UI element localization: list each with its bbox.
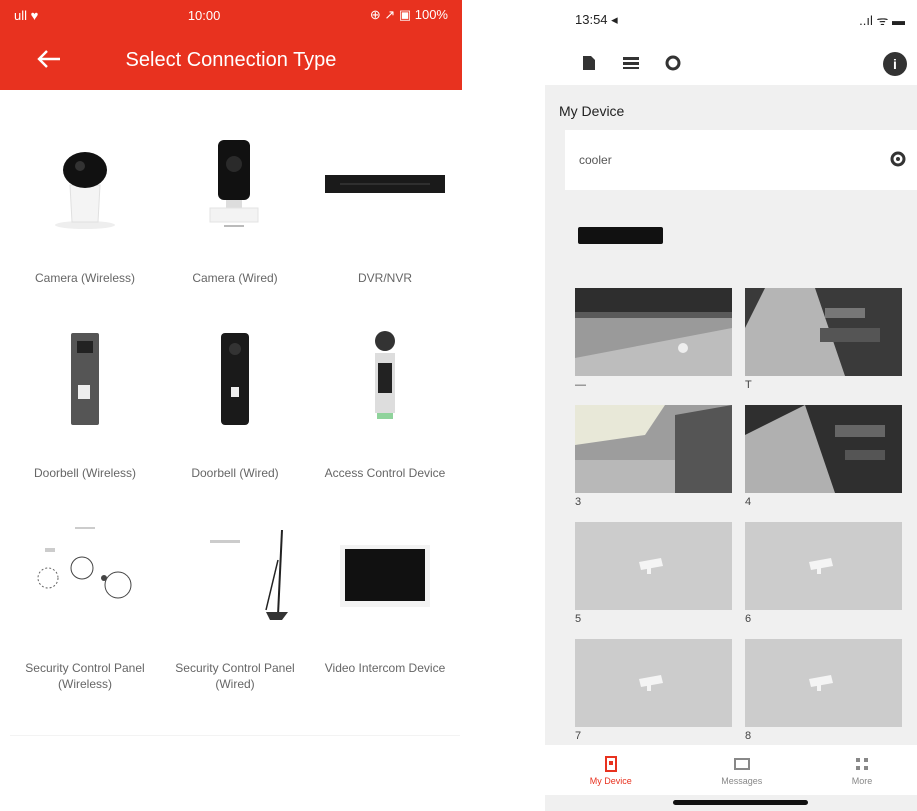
camera-snapshot — [745, 288, 902, 376]
info-icon[interactable]: i — [883, 52, 907, 76]
camera-offline-placeholder — [575, 522, 732, 610]
doorbell-wireless-image — [15, 315, 155, 445]
screen: ull ♥ 10:00 ⊕ ↗ ▣ 100% Select Connection… — [0, 0, 917, 811]
device-group-header[interactable]: cooler — [565, 130, 917, 190]
device-type-camera-wireless[interactable]: Camera (Wireless) — [10, 120, 160, 315]
security-panel-wired-image — [165, 510, 305, 640]
dvr-image — [315, 120, 455, 250]
camera-tile[interactable]: 3 — [575, 405, 732, 522]
camera-tile[interactable]: 6 — [745, 522, 902, 639]
device-type-label: Camera (Wired) — [192, 271, 278, 285]
device-type-grid: Camera (Wireless) Camera (Wired) DVR/NVR… — [10, 120, 460, 705]
video-intercom-image — [315, 510, 455, 640]
grid-bottom-row — [10, 735, 460, 775]
gear-icon[interactable] — [665, 55, 681, 71]
camera-caption: T — [745, 379, 752, 391]
file-icon[interactable] — [581, 55, 597, 71]
device-type-security-panel-wired[interactable]: Security Control Panel (Wired) — [160, 510, 310, 705]
home-indicator[interactable] — [673, 800, 808, 805]
camera-offline-placeholder — [575, 639, 732, 727]
device-type-label: Access Control Device — [324, 466, 446, 480]
access-control-image — [315, 315, 455, 445]
device-type-label: DVR/NVR — [357, 271, 412, 285]
device-type-label: Video Intercom Device — [324, 661, 446, 675]
device-type-label: Doorbell (Wireless) — [33, 466, 137, 480]
status-right: ..ıl ᯤ ▬ — [859, 13, 905, 28]
camera-icon — [808, 675, 833, 691]
camera-caption: — — [575, 379, 586, 391]
status-bar: 13:54 ◂ ..ıl ᯤ ▬ — [545, 0, 917, 40]
device-type-label: Camera (Wireless) — [34, 271, 135, 285]
page-title: Select Connection Type — [125, 48, 337, 71]
status-time: 13:54 ◂ — [575, 12, 618, 27]
list-icon[interactable] — [623, 55, 639, 71]
tab-label: Messages — [721, 775, 763, 786]
security-panel-wireless-image — [15, 510, 155, 640]
tab-more[interactable]: More — [851, 755, 873, 786]
camera-wired-image — [165, 120, 305, 250]
camera-tile[interactable]: 4 — [745, 405, 902, 522]
camera-tile[interactable]: 7 — [575, 639, 732, 756]
device-type-doorbell-wired[interactable]: Doorbell (Wired) — [160, 315, 310, 510]
camera-caption: 3 — [575, 496, 582, 508]
device-type-label: Security Control Panel (Wired) — [175, 661, 295, 691]
camera-grid: — T 3 4 5 6 7 8 — [575, 288, 917, 756]
tab-my-device[interactable]: My Device — [590, 755, 632, 786]
status-bar: ull ♥ 10:00 ⊕ ↗ ▣ 100% — [0, 0, 462, 30]
camera-caption: 4 — [745, 496, 752, 508]
grid-icon — [855, 757, 868, 770]
camera-tile[interactable]: 5 — [575, 522, 732, 639]
doorbell-wired-image — [165, 315, 305, 445]
camera-caption: 5 — [575, 613, 582, 625]
back-arrow-icon[interactable] — [34, 44, 64, 74]
camera-tile[interactable]: — — [575, 288, 732, 405]
empty-cell — [310, 735, 460, 775]
tab-label: My Device — [589, 775, 632, 786]
device-type-camera-wired[interactable]: Camera (Wired) — [160, 120, 310, 315]
camera-tile[interactable]: T — [745, 288, 902, 405]
carrier-signal: ull ♥ — [14, 7, 39, 23]
device-type-security-panel-wireless[interactable]: Security Control Panel (Wireless) — [10, 510, 160, 705]
toolbar: i — [545, 40, 917, 85]
camera-offline-placeholder — [745, 639, 902, 727]
tab-messages[interactable]: Messages — [721, 755, 762, 786]
camera-icon — [808, 558, 833, 574]
camera-icon — [638, 558, 663, 574]
group-name: cooler — [579, 153, 612, 167]
camera-snapshot — [575, 288, 732, 376]
redacted-bar — [578, 227, 663, 244]
device-type-access-control[interactable]: Access Control Device — [310, 315, 460, 510]
section-title: My Device — [545, 85, 917, 125]
device-type-dvr-nvr[interactable]: DVR/NVR — [310, 120, 460, 315]
camera-caption: 6 — [745, 613, 752, 625]
device-type-label: Doorbell (Wired) — [191, 466, 279, 480]
camera-snapshot — [575, 405, 732, 493]
header-bar: Select Connection Type — [0, 30, 462, 90]
camera-offline-placeholder — [745, 522, 902, 610]
camera-snapshot — [745, 405, 902, 493]
device-type-video-intercom[interactable]: Video Intercom Device — [310, 510, 460, 705]
status-time: 10:00 — [187, 7, 221, 23]
camera-tile[interactable]: 8 — [745, 639, 902, 756]
camera-wireless-image — [15, 120, 155, 250]
empty-cell — [160, 735, 310, 775]
device-type-label: Security Control Panel (Wireless) — [25, 661, 145, 691]
my-device-screen: 13:54 ◂ ..ıl ᯤ ▬ i My Device cooler — T … — [545, 0, 917, 811]
message-icon — [733, 757, 750, 770]
empty-cell — [10, 735, 160, 775]
tab-label: More — [851, 775, 873, 786]
bottom-tab-bar: My Device Messages More — [545, 745, 917, 795]
status-right: ⊕ ↗ ▣ 100% — [369, 7, 448, 22]
camera-icon — [638, 675, 663, 691]
connection-type-screen: ull ♥ 10:00 ⊕ ↗ ▣ 100% Select Connection… — [0, 0, 462, 811]
gear-icon[interactable] — [889, 150, 907, 168]
device-icon — [604, 755, 617, 772]
device-type-doorbell-wireless[interactable]: Doorbell (Wireless) — [10, 315, 160, 510]
